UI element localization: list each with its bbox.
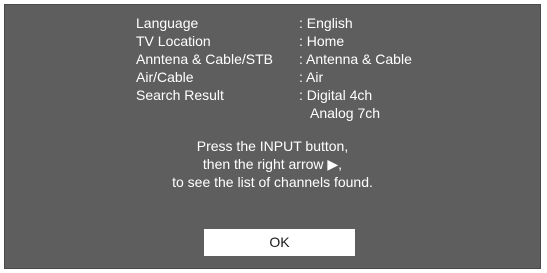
setting-value: : English — [299, 15, 353, 31]
settings-row-tv-location: TV Location : Home — [136, 32, 412, 50]
analog-channel-count: Analog 7ch — [310, 105, 381, 121]
settings-row-antenna-cable-stb: Anntena & Cable/STB : Antenna & Cable — [136, 50, 412, 68]
settings-row-air-cable: Air/Cable : Air — [136, 68, 412, 86]
instruction-line: Press the INPUT button, — [196, 138, 349, 154]
settings-row-language: Language : English — [136, 14, 412, 32]
settings-row-search-result: Search Result : Digital 4ch Analog 7ch — [136, 86, 412, 122]
digital-channel-count: : Digital 4ch — [299, 87, 373, 103]
setting-value: : Home — [299, 33, 345, 49]
instruction-message: Press the INPUT button, then the right a… — [5, 137, 540, 191]
ok-button[interactable]: OK — [204, 229, 355, 256]
channel-search-result-panel: Language : English TV Location : Home An… — [4, 4, 541, 269]
search-result-values: : Digital 4ch Analog 7ch — [299, 86, 380, 122]
setting-value: : Air — [299, 69, 324, 85]
setting-label: Air/Cable — [136, 69, 194, 85]
setting-value: : Antenna & Cable — [299, 51, 412, 67]
setting-label: TV Location — [136, 33, 211, 49]
instruction-line: to see the list of channels found. — [172, 174, 373, 190]
instruction-line: then the right arrow ▶, — [202, 156, 343, 172]
settings-summary: Language : English TV Location : Home An… — [136, 14, 412, 122]
setting-label: Search Result — [136, 87, 224, 103]
setting-label: Anntena & Cable/STB — [136, 51, 273, 67]
setting-label: Language — [136, 15, 199, 31]
